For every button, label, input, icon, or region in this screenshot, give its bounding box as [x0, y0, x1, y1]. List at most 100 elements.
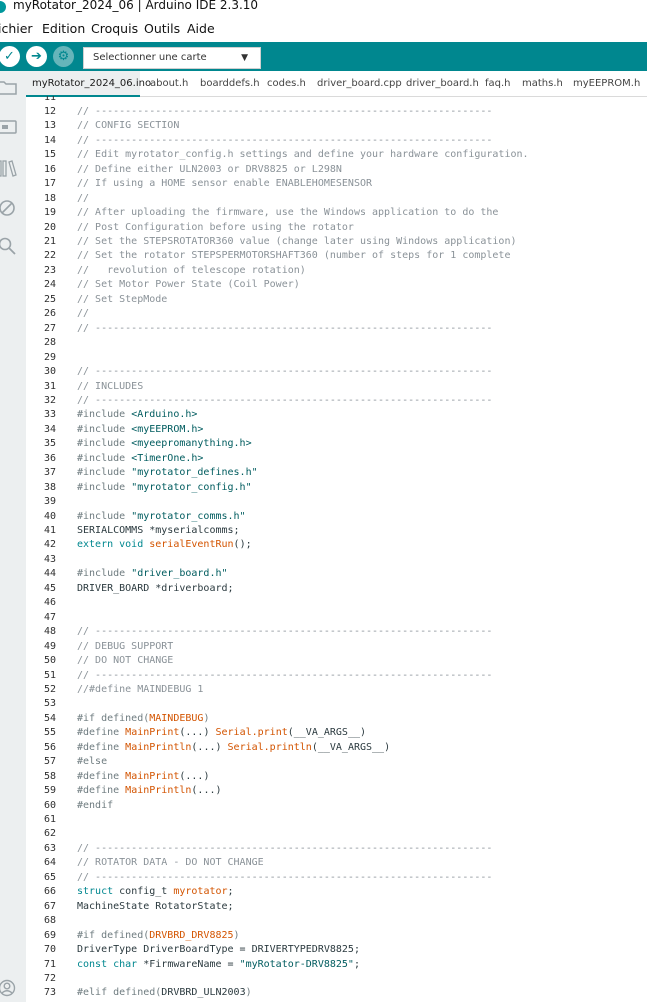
code-line[interactable]: 44 #include "driver_board.h" [26, 567, 647, 582]
menu-croquis[interactable]: Croquis [91, 17, 138, 41]
code-line[interactable]: 42 extern void serialEventRun(); [26, 538, 647, 553]
menu-outils[interactable]: Outils [144, 17, 180, 41]
code-line[interactable]: 62 [26, 827, 647, 842]
tab-boarddefs-h[interactable]: boarddefs.h [200, 71, 260, 96]
menu-fichier[interactable]: ichier [0, 17, 33, 41]
code-line[interactable]: 64 // ROTATOR DATA - DO NOT CHANGE [26, 856, 647, 871]
tab-driver-board-h[interactable]: driver_board.h [406, 71, 479, 96]
menu-bar: ichier Edition Croquis Outils Aide [0, 17, 647, 41]
upload-button[interactable]: ➔ [26, 46, 47, 67]
code-line[interactable]: 48 // -----------------------------------… [26, 625, 647, 640]
board-select-dropdown[interactable]: Selectionner une carte ▼ [83, 47, 261, 69]
code-line[interactable]: 71 const char *FirmwareName = "myRotator-… [26, 958, 647, 973]
code-line[interactable]: 39 [26, 495, 647, 510]
tab-driver-board-cpp[interactable]: driver_board.cpp [317, 71, 402, 96]
line-number: 12 [43, 105, 56, 117]
code-line[interactable]: 27 // -----------------------------------… [26, 322, 647, 337]
tab-maths-h[interactable]: maths.h [522, 71, 563, 96]
code-line[interactable]: 21 // Set the STEPSROTATOR360 value (chan… [26, 235, 647, 250]
code-line[interactable]: 35 #include <myeepromanything.h> [26, 437, 647, 452]
tab-codes-h[interactable]: codes.h [267, 71, 306, 96]
line-number: 39 [43, 496, 56, 508]
code-line[interactable]: 12 // -----------------------------------… [26, 105, 647, 120]
debug-disabled-icon[interactable] [0, 199, 18, 221]
code-line[interactable]: 37 #include "myrotator_defines.h" [26, 466, 647, 481]
code-line[interactable]: 45 DRIVER_BOARD *driverboard; [26, 582, 647, 597]
code-line[interactable]: 52 //#define MAINDEBUG 1 [26, 683, 647, 698]
code-line[interactable]: 23 // revolution of telescope rotation) [26, 264, 647, 279]
code-line[interactable]: 51 // -----------------------------------… [26, 669, 647, 684]
code-line[interactable]: 38 #include "myrotator_config.h" [26, 481, 647, 496]
code-line[interactable]: 46 [26, 596, 647, 611]
menu-aide[interactable]: Aide [187, 17, 215, 41]
code-line[interactable]: 72 [26, 972, 647, 987]
code-line[interactable]: 30 // -----------------------------------… [26, 365, 647, 380]
debug-button[interactable]: ⚙ [53, 46, 74, 67]
code-line[interactable]: 29 [26, 351, 647, 366]
verify-button[interactable]: ✓ [0, 46, 20, 67]
code-line[interactable]: 69 #if defined(DRVBRD_DRV8825) [26, 929, 647, 944]
tab-myeeprom-h[interactable]: myEEPROM.h [573, 71, 640, 96]
code-line[interactable]: 18 // [26, 192, 647, 207]
code-line[interactable]: 53 [26, 697, 647, 712]
tab-about-h[interactable]: about.h [150, 71, 188, 96]
code-line[interactable]: 63 // -----------------------------------… [26, 842, 647, 857]
code-line[interactable]: 67 MachineState RotatorState; [26, 900, 647, 915]
code-line[interactable]: 66 struct config_t myrotator; [26, 885, 647, 900]
code-line[interactable]: 13 // CONFIG SECTION [26, 119, 647, 134]
code-line[interactable]: 73 #elif defined(DRVBRD_ULN2003) [26, 986, 647, 1001]
code-token: ; [353, 958, 360, 970]
code-line[interactable]: 43 [26, 553, 647, 568]
code-line[interactable]: 40 #include "myrotator_comms.h" [26, 510, 647, 525]
code-line[interactable]: 24 // Set Motor Power State (Coil Power) [26, 278, 647, 293]
code-line[interactable]: 70 DriverType DriverBoardType = DRIVERTYP… [26, 943, 647, 958]
code-line[interactable]: 60 #endif [26, 799, 647, 814]
menu-edition[interactable]: Edition [42, 17, 85, 41]
code-line[interactable]: 47 [26, 611, 647, 626]
code-line[interactable]: 56 #define MainPrintln(...) Serial.printl… [26, 741, 647, 756]
tab-myrotator-ino[interactable]: myRotator_2024_06.ino [26, 71, 151, 97]
code-line[interactable]: 55 #define MainPrint(...) Serial.print(__… [26, 726, 647, 741]
code-line[interactable]: 59 #define MainPrintln(...) [26, 784, 647, 799]
code-line[interactable]: 32 // -----------------------------------… [26, 394, 647, 409]
board-icon[interactable] [0, 119, 18, 141]
line-number: 65 [43, 871, 56, 883]
code-line[interactable]: 54 #if defined(MAINDEBUG) [26, 712, 647, 727]
search-icon[interactable] [0, 237, 18, 259]
code-line[interactable]: 49 // DEBUG SUPPORT [26, 640, 647, 655]
code-line[interactable]: 33 #include <Arduino.h> [26, 408, 647, 423]
code-line[interactable]: 11 [26, 96, 647, 105]
line-number: 41 [43, 525, 56, 536]
code-line[interactable]: 50 // DO NOT CHANGE [26, 654, 647, 669]
code-line[interactable]: 31 // INCLUDES [26, 380, 647, 395]
code-line[interactable]: 28 [26, 336, 647, 351]
code-editor[interactable]: 11 12 // ---------------------------------… [26, 96, 647, 1002]
code-line[interactable]: 58 #define MainPrint(...) [26, 770, 647, 785]
code-line[interactable]: 36 #include <TimerOne.h> [26, 452, 647, 467]
line-number: 73 [43, 987, 56, 999]
code-line[interactable]: 34 #include <myEEPROM.h> [26, 423, 647, 438]
code-line[interactable]: 26 // [26, 307, 647, 322]
code-line[interactable]: 20 // Post Configuration before using the… [26, 221, 647, 236]
code-line[interactable]: 16 // Define either ULN2003 or DRV8825 or… [26, 163, 647, 178]
code-token: "myrotator_comms.h" [131, 510, 246, 522]
code-line[interactable]: 17 // If using a HOME sensor enable ENABL… [26, 177, 647, 192]
code-line[interactable]: 15 // Edit myrotator_config.h settings an… [26, 148, 647, 163]
code-line[interactable]: 68 [26, 914, 647, 929]
code-line[interactable]: 57 #else [26, 755, 647, 770]
library-icon[interactable] [0, 159, 18, 181]
folder-icon[interactable] [0, 79, 18, 101]
code-line[interactable]: 19 // After uploading the firmware, use t… [26, 206, 647, 221]
tab-faq-h[interactable]: faq.h [485, 71, 511, 96]
line-number: 31 [43, 380, 56, 392]
line-number: 29 [43, 351, 56, 363]
code-line[interactable]: 65 // -----------------------------------… [26, 871, 647, 886]
code-line[interactable]: 14 // -----------------------------------… [26, 134, 647, 149]
code-token: ) [245, 987, 252, 999]
code-line[interactable]: 25 // Set StepMode [26, 293, 647, 308]
code-line[interactable]: 22 // Set the rotator STEPSPERMOTORSHAFT3… [26, 249, 647, 264]
code-line[interactable]: 61 [26, 813, 647, 828]
code-text: // -------------------------------------… [77, 394, 492, 409]
code-line[interactable]: 41 SERIALCOMMS *myserialcomms; [26, 524, 647, 539]
user-icon[interactable] [0, 979, 18, 1001]
